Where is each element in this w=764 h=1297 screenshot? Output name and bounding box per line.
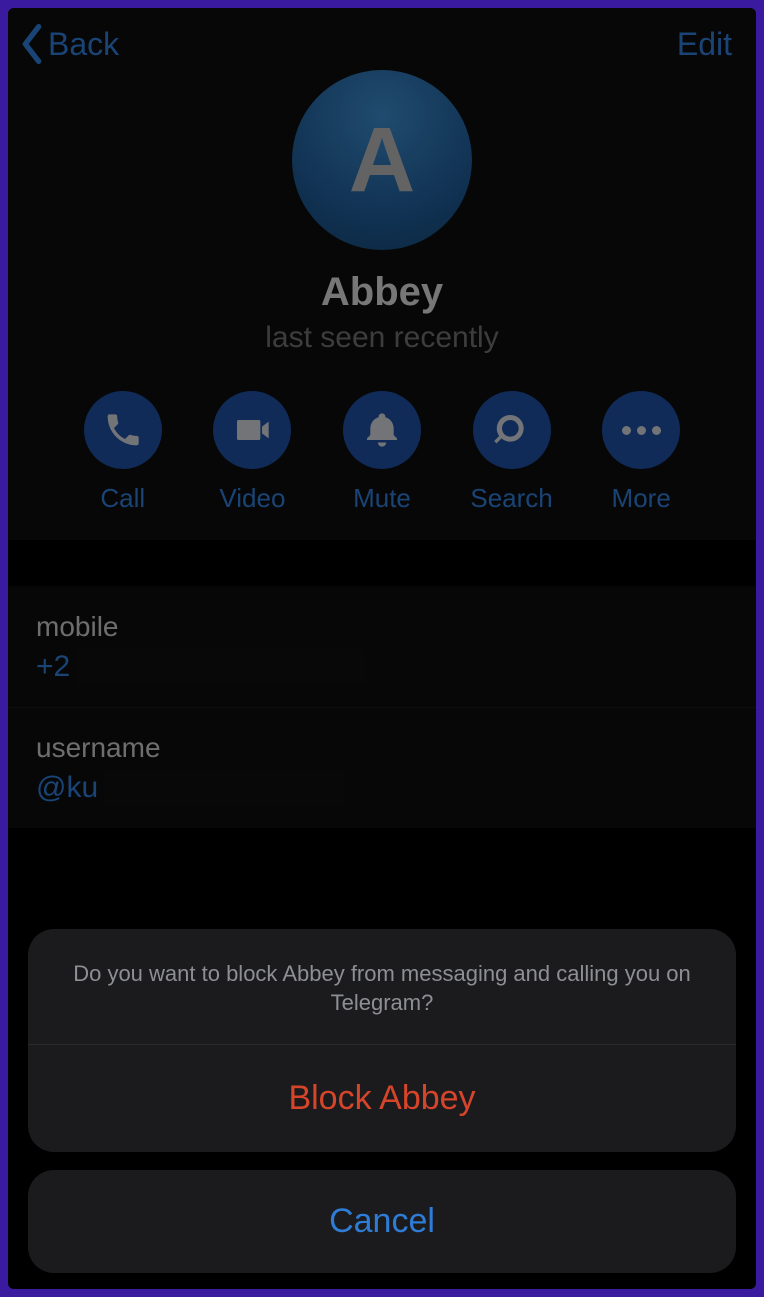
- action-sheet: Do you want to block Abbey from messagin…: [28, 929, 736, 1273]
- call-action[interactable]: Call: [68, 391, 178, 514]
- block-button[interactable]: Block Abbey: [28, 1045, 736, 1152]
- contact-name: Abbey: [8, 270, 756, 315]
- video-label: Video: [219, 483, 285, 514]
- action-row: Call Video Mute Search: [8, 355, 756, 514]
- contact-status: last seen recently: [8, 321, 756, 355]
- mobile-row[interactable]: mobile +2: [8, 586, 756, 707]
- username-label: username: [36, 732, 728, 764]
- contact-profile-screen: Back Edit A Abbey last seen recently Cal…: [8, 8, 756, 1289]
- mobile-value: +2: [36, 650, 70, 684]
- username-row[interactable]: username @ku: [8, 707, 756, 828]
- call-label: Call: [100, 483, 145, 514]
- back-label: Back: [48, 26, 119, 63]
- search-icon: [473, 391, 551, 469]
- more-icon: [602, 391, 680, 469]
- profile-section: Back Edit A Abbey last seen recently Cal…: [8, 8, 756, 540]
- section-gap: [8, 540, 756, 586]
- mute-action[interactable]: Mute: [327, 391, 437, 514]
- action-sheet-message: Do you want to block Abbey from messagin…: [28, 929, 736, 1045]
- avatar-initial: A: [349, 108, 415, 213]
- redacted-mobile: [76, 649, 366, 685]
- edit-label: Edit: [677, 26, 732, 62]
- cancel-button[interactable]: Cancel: [28, 1170, 736, 1273]
- mute-label: Mute: [353, 483, 411, 514]
- video-icon: [213, 391, 291, 469]
- phone-icon: [84, 391, 162, 469]
- bell-icon: [343, 391, 421, 469]
- search-label: Search: [470, 483, 552, 514]
- username-value: @ku: [36, 771, 98, 805]
- back-button[interactable]: Back: [18, 24, 119, 64]
- more-action[interactable]: More: [586, 391, 696, 514]
- avatar[interactable]: A: [292, 70, 472, 250]
- action-sheet-group: Do you want to block Abbey from messagin…: [28, 929, 736, 1152]
- edit-button[interactable]: Edit: [677, 26, 738, 63]
- more-label: More: [612, 483, 671, 514]
- header-bar: Back Edit: [8, 8, 756, 70]
- mobile-label: mobile: [36, 611, 728, 643]
- search-action[interactable]: Search: [457, 391, 567, 514]
- video-action[interactable]: Video: [197, 391, 307, 514]
- redacted-username: [104, 770, 344, 806]
- chevron-left-icon: [18, 24, 46, 64]
